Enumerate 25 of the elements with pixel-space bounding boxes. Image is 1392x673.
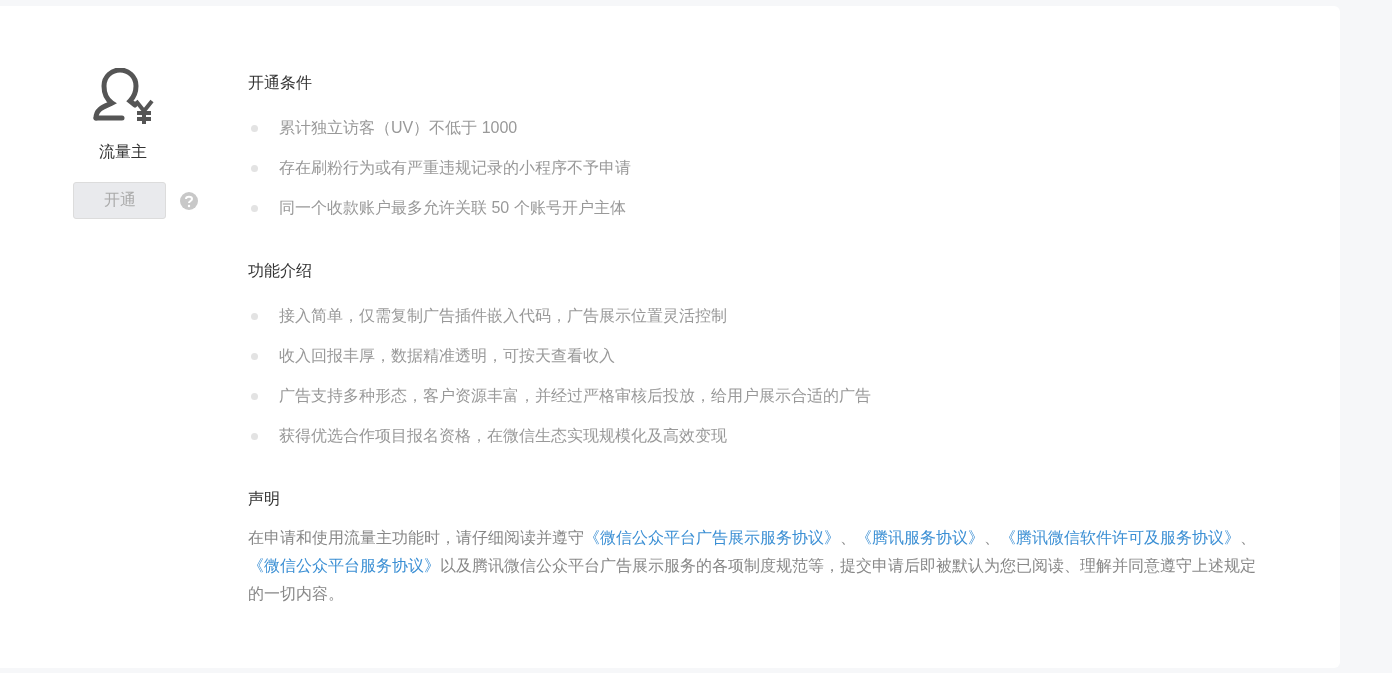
- user-yen-icon: [92, 68, 154, 126]
- agreement-link[interactable]: 《微信公众平台广告展示服务协议》: [584, 529, 840, 546]
- list-item-text: 获得优选合作项目报名资格，在微信生态实现规模化及高效变现: [279, 425, 727, 446]
- help-icon[interactable]: [180, 191, 198, 210]
- bullet-icon: [251, 164, 258, 172]
- list-item-text: 收入回报丰厚，数据精准透明，可按天查看收入: [279, 345, 615, 366]
- bullet-icon: [251, 124, 258, 132]
- list-item-text: 广告支持多种形态，客户资源丰富，并经过严格审核后投放，给用户展示合适的广告: [279, 385, 871, 406]
- list-item-text: 存在刷粉行为或有严重违规记录的小程序不予申请: [279, 157, 631, 178]
- agreement-link[interactable]: 《微信公众平台服务协议》: [248, 557, 440, 574]
- bullet-icon: [251, 392, 258, 400]
- list-item-text: 累计独立访客（UV）不低于 1000: [279, 117, 518, 138]
- statement-paragraph: 在申请和使用流量主功能时，请仔细阅读并遵守《微信公众平台广告展示服务协议》、《腾讯服务协议》、《腾讯微信软件许可及服务协议》、 《微信公众平台服务协议》以及腾讯微信公众平台广告展示服务的各项制度规范等，提交申请后即被默认为您已阅读、理解并同意遵守上述规定的一切内容。: [248, 528, 1257, 604]
- agreement-link[interactable]: 《腾讯服务协议》: [856, 529, 984, 546]
- bullet-icon: [251, 432, 258, 440]
- feature-name: 流量主: [98, 142, 148, 162]
- list-item-text: 同一个收款账户最多允许关联 50 个账号开户主体: [279, 197, 626, 218]
- bullet-icon: [251, 312, 258, 320]
- section-title: 开通条件: [248, 73, 313, 93]
- agreement-link[interactable]: 《腾讯微信软件许可及服务协议》: [1000, 529, 1240, 546]
- section-title: 功能介绍: [248, 261, 313, 281]
- section-title: 声明: [248, 489, 281, 509]
- bullet-icon: [251, 352, 258, 360]
- bullet-icon: [251, 204, 258, 212]
- list-item-text: 接入简单，仅需复制广告插件嵌入代码，广告展示位置灵活控制: [279, 305, 727, 326]
